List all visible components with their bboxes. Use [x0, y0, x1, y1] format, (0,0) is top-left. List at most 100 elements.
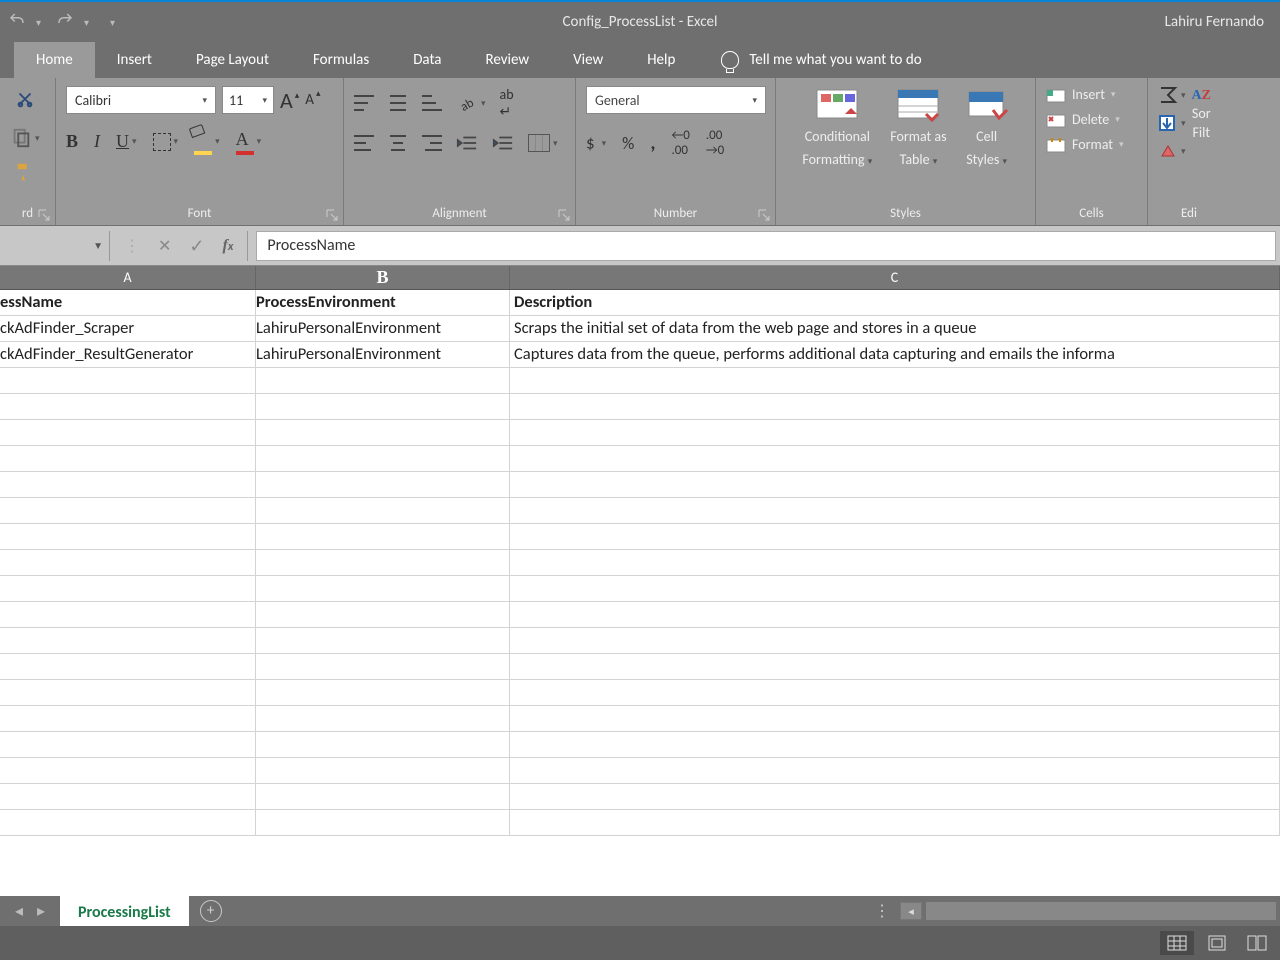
tab-view[interactable]: View	[551, 42, 625, 78]
tab-help[interactable]: Help	[625, 42, 697, 78]
col-header-a[interactable]: A	[0, 266, 256, 289]
font-launcher-icon[interactable]	[325, 208, 339, 222]
cut-icon[interactable]	[14, 88, 36, 115]
cell[interactable]: LahiruPersonalEnvironment	[256, 316, 510, 341]
orientation-icon[interactable]: ab▾	[456, 92, 486, 114]
name-box[interactable]: ▼	[0, 231, 110, 261]
increase-decimal-icon[interactable]: ←0.00	[671, 128, 689, 158]
clipboard-launcher-icon[interactable]	[37, 208, 51, 222]
table-row[interactable]	[0, 758, 1280, 784]
tab-insert[interactable]: Insert	[95, 42, 174, 78]
format-painter-icon[interactable]	[14, 161, 36, 188]
table-row[interactable]	[0, 420, 1280, 446]
delete-cells-button[interactable]: Delete▾	[1046, 111, 1124, 128]
table-row[interactable]	[0, 810, 1280, 836]
table-row[interactable]	[0, 784, 1280, 810]
underline-button[interactable]: U▾	[116, 131, 137, 152]
cell[interactable]: ckAdFinder_Scraper	[0, 316, 256, 341]
decrease-decimal-icon[interactable]: .00→0	[706, 128, 724, 158]
new-sheet-button[interactable]: +	[189, 900, 233, 922]
comma-format-icon[interactable]: ,	[650, 131, 655, 155]
decrease-indent-icon[interactable]	[456, 134, 478, 152]
name-box-split-icon[interactable]: ⋮	[124, 236, 140, 256]
align-bottom-icon[interactable]	[422, 95, 442, 111]
cell[interactable]: ProcessEnvironment	[256, 290, 510, 315]
tab-home[interactable]: Home	[14, 42, 95, 78]
decrease-font-icon[interactable]: A▴	[305, 91, 320, 109]
view-page-layout-icon[interactable]	[1200, 931, 1234, 955]
table-row[interactable]	[0, 368, 1280, 394]
table-row[interactable]: ckAdFinder_Scraper LahiruPersonalEnviron…	[0, 316, 1280, 342]
cell[interactable]: LahiruPersonalEnvironment	[256, 342, 510, 367]
table-row[interactable]	[0, 394, 1280, 420]
view-page-break-icon[interactable]	[1240, 931, 1274, 955]
col-header-b[interactable]: B	[256, 266, 510, 289]
format-cells-button[interactable]: Format▾	[1046, 136, 1124, 153]
view-normal-icon[interactable]	[1160, 931, 1194, 955]
cell-styles-button[interactable]: Cell Styles ▾	[965, 86, 1009, 168]
sheet-bar-split-icon[interactable]: ⋮	[864, 901, 900, 921]
percent-format-icon[interactable]: %	[622, 133, 634, 154]
hscroll-track[interactable]	[926, 902, 1276, 920]
format-as-table-button[interactable]: Format as Table ▾	[890, 86, 946, 168]
redo-button[interactable]	[56, 11, 74, 34]
cell[interactable]: essName	[0, 290, 256, 315]
tab-formulas[interactable]: Formulas	[291, 42, 391, 78]
cell[interactable]: Captures data from the queue, performs a…	[510, 342, 1280, 367]
qat-customize[interactable]: ▾	[110, 16, 120, 29]
tab-data[interactable]: Data	[391, 42, 463, 78]
font-color-button[interactable]: A▾	[236, 129, 262, 155]
font-size-combo[interactable]: 11▾	[222, 86, 274, 114]
sort-filter-button[interactable]: AZ Sor Filt	[1192, 86, 1211, 141]
table-row[interactable]: essName ProcessEnvironment Description	[0, 290, 1280, 316]
align-middle-icon[interactable]	[388, 95, 408, 111]
table-row[interactable]	[0, 446, 1280, 472]
align-right-icon[interactable]	[422, 135, 442, 151]
sheet-nav-next-icon[interactable]: ▸	[37, 901, 45, 921]
tell-me-search[interactable]: Tell me what you want to do	[697, 42, 921, 78]
increase-indent-icon[interactable]	[492, 134, 514, 152]
undo-dropdown[interactable]: ▾	[36, 16, 46, 29]
hscroll-left-icon[interactable]: ◂	[900, 902, 922, 920]
table-row[interactable]	[0, 680, 1280, 706]
formula-input[interactable]: ProcessName	[256, 231, 1276, 261]
enter-formula-icon[interactable]: ✓	[189, 235, 204, 257]
insert-function-icon[interactable]: fx	[223, 237, 234, 255]
insert-cells-button[interactable]: Insert▾	[1046, 86, 1124, 103]
sheet-nav-prev-icon[interactable]: ◂	[15, 901, 23, 921]
copy-icon[interactable]: ▾	[10, 127, 40, 149]
redo-dropdown[interactable]: ▾	[84, 16, 94, 29]
table-row[interactable]	[0, 576, 1280, 602]
wrap-text-icon[interactable]: ab↵	[500, 86, 514, 120]
sheet-tab-active[interactable]: ProcessingList	[60, 896, 189, 926]
table-row[interactable]	[0, 524, 1280, 550]
tab-page-layout[interactable]: Page Layout	[174, 42, 291, 78]
bold-button[interactable]: B	[66, 131, 78, 152]
table-row[interactable]: ckAdFinder_ResultGenerator LahiruPersona…	[0, 342, 1280, 368]
fill-icon[interactable]: ▾	[1158, 114, 1186, 132]
fill-color-button[interactable]: A▾	[194, 128, 220, 155]
table-row[interactable]	[0, 498, 1280, 524]
cancel-formula-icon[interactable]: ✕	[158, 236, 171, 256]
autosum-icon[interactable]: ▾	[1158, 86, 1186, 104]
align-top-icon[interactable]	[354, 95, 374, 111]
table-row[interactable]	[0, 654, 1280, 680]
table-row[interactable]	[0, 628, 1280, 654]
table-row[interactable]	[0, 706, 1280, 732]
align-center-icon[interactable]	[388, 135, 408, 151]
align-left-icon[interactable]	[354, 135, 374, 151]
conditional-formatting-button[interactable]: Conditional Formatting ▾	[802, 86, 872, 168]
cell[interactable]: Scraps the initial set of data from the …	[510, 316, 1280, 341]
undo-button[interactable]	[8, 11, 26, 34]
cell[interactable]: Description	[510, 290, 1280, 315]
accounting-format-icon[interactable]: $▾	[586, 133, 606, 154]
col-header-c[interactable]: C	[510, 266, 1280, 289]
increase-font-icon[interactable]: A▴	[280, 87, 299, 114]
table-row[interactable]	[0, 472, 1280, 498]
clear-icon[interactable]: ▾	[1158, 142, 1186, 160]
alignment-launcher-icon[interactable]	[557, 208, 571, 222]
table-row[interactable]	[0, 732, 1280, 758]
number-format-combo[interactable]: General▾	[586, 86, 766, 114]
tab-review[interactable]: Review	[464, 42, 552, 78]
italic-button[interactable]: I	[94, 131, 100, 152]
